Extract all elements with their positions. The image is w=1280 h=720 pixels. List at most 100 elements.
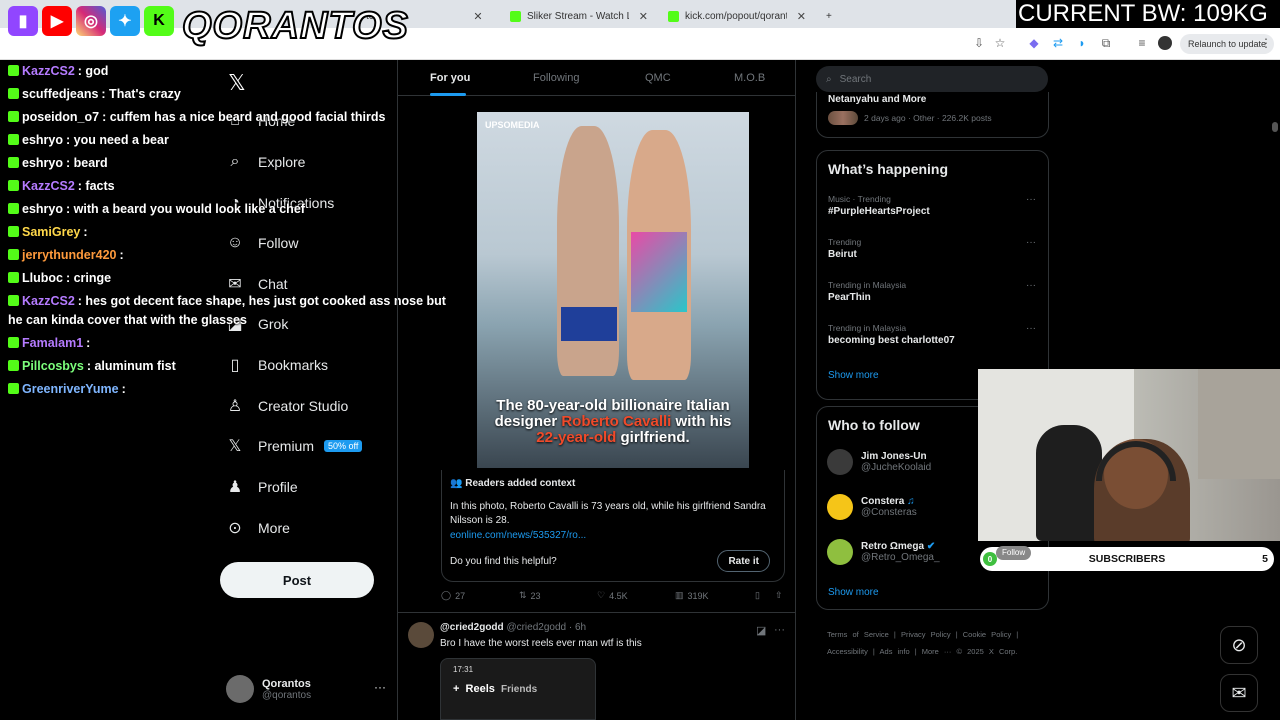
extension-icon[interactable]: ⇄ — [1051, 36, 1065, 50]
post-image[interactable]: UPSOMEDIA The 80-year-old billionaire It… — [477, 112, 749, 468]
post-author[interactable]: @cried2godd @cried2godd · 6h — [440, 622, 586, 633]
chat-username[interactable]: Famalam1 — [22, 336, 83, 350]
trend-item[interactable]: Trending in Malaysia PearThin — [828, 280, 906, 303]
install-app-icon[interactable]: ⇩ — [972, 36, 986, 50]
extension-icon[interactable]: ◗ — [1075, 36, 1089, 50]
chat-username[interactable]: Lluboc — [22, 271, 63, 285]
chat-username[interactable]: SamiGrey — [22, 225, 80, 239]
post-author-name: @cried2godd — [440, 622, 504, 633]
more-dots-icon[interactable]: ··· — [374, 680, 386, 694]
show-more-link[interactable]: Show more — [828, 370, 879, 381]
browser-tab[interactable]: kick.com/popout/qorantos/cha ✕ — [662, 4, 812, 28]
webcam-door — [1198, 369, 1280, 479]
chat-username[interactable]: jerrythunder420 — [22, 248, 116, 262]
timeline-post[interactable]: @cried2godd @cried2godd · 6h ◪ ··· Bro I… — [398, 616, 795, 720]
chat-text: : god — [77, 64, 109, 78]
nav-premium[interactable]: 𝕏 Premium 50% off — [226, 431, 363, 461]
extension-icon[interactable]: ◆ — [1027, 36, 1041, 50]
follow-suggestion[interactable]: Constera ♫ @Consteras — [827, 494, 917, 520]
suggestion-handle: @JucheKoolaid — [861, 462, 932, 473]
tab-qmc[interactable]: QMC — [645, 72, 671, 84]
chat-username[interactable]: eshryo — [22, 156, 63, 170]
more-dots-icon[interactable]: ··· — [1026, 194, 1036, 205]
trend-item[interactable]: Trending Beirut — [828, 237, 861, 260]
whats-happening: What’s happening Music · Trending #Purple… — [816, 150, 1049, 400]
views-button[interactable]: ▥ 319K — [675, 590, 709, 601]
search-input[interactable]: ⌕ Search — [816, 66, 1048, 92]
image-caption: The 80-year-old billionaire Italian desi… — [487, 398, 739, 446]
avatar[interactable] — [408, 622, 434, 648]
more-dots-icon[interactable]: ··· — [774, 624, 785, 636]
new-tab-button[interactable]: + — [820, 4, 840, 28]
page-scrollbar[interactable] — [1270, 60, 1280, 720]
chat-username[interactable]: eshryo — [22, 133, 63, 147]
scrollbar-thumb[interactable] — [1272, 122, 1278, 132]
reading-list-icon[interactable]: ≡ — [1135, 36, 1149, 50]
heart-icon: ♡ — [597, 590, 606, 600]
trend-item[interactable]: Trending in Malaysia becoming best charlo… — [828, 323, 955, 346]
twitter-logo-icon: ✦ — [110, 6, 140, 36]
chat-username[interactable]: KazzCS2 — [22, 294, 75, 308]
close-tab-icon[interactable]: ✕ — [473, 10, 482, 23]
tab-for-you[interactable]: For you — [430, 72, 470, 84]
chat-username[interactable]: poseidon_o7 — [22, 110, 99, 124]
post-button[interactable]: Post — [220, 562, 374, 598]
search-placeholder: Search — [839, 73, 872, 85]
chat-text: : beard — [66, 156, 108, 170]
grok-button[interactable]: ⊘ — [1220, 626, 1258, 664]
more-dots-icon[interactable]: ··· — [1026, 323, 1036, 334]
share-button[interactable]: ⇧ — [775, 590, 783, 601]
webcam-feed — [978, 369, 1280, 541]
follow-suggestion[interactable]: Retro Ωmega ✔ @Retro_Omega_ — [827, 539, 940, 565]
close-tab-icon[interactable]: ✕ — [639, 10, 648, 23]
grok-icon[interactable]: ◪ — [756, 624, 766, 637]
post-divider — [398, 612, 795, 613]
chat-username[interactable]: Pillcosbys — [22, 359, 84, 373]
suggestion-handle: @Consteras — [861, 507, 917, 518]
rate-it-button[interactable]: Rate it — [717, 550, 770, 572]
chat-username[interactable]: eshryo — [22, 202, 63, 216]
chat-message: KazzCS2: hes got decent face shape, hes … — [8, 290, 458, 332]
chat-username[interactable]: GreenriverYume — [22, 382, 119, 396]
more-dots-icon[interactable]: ··· — [1026, 280, 1036, 291]
browser-menu-icon[interactable]: ⋮ — [1259, 36, 1273, 50]
chat-username[interactable]: KazzCS2 — [22, 179, 75, 193]
more-dots-icon[interactable]: ··· — [1026, 237, 1036, 248]
chat-message: eshryo: with a beard you would look like… — [8, 198, 458, 221]
chat-message: scuffedjeans: That's crazy — [8, 83, 458, 106]
post-media[interactable]: 17:31 + Reels Friends — [440, 658, 596, 720]
reply-button[interactable]: ◯ 27 — [441, 590, 465, 601]
bookmark-star-icon[interactable]: ☆ — [993, 36, 1007, 50]
like-button[interactable]: ♡ 4.5K — [597, 590, 628, 601]
chat-username[interactable]: scuffedjeans — [22, 87, 98, 101]
avatar — [226, 675, 254, 703]
browser-tab[interactable]: Sliker Stream - Watch Live on K ✕ — [504, 4, 654, 28]
repost-button[interactable]: ⇅ 23 — [519, 590, 541, 601]
tab-following[interactable]: Following — [533, 72, 579, 84]
close-tab-icon[interactable]: ✕ — [797, 10, 806, 23]
suggestion-name: Jim Jones-Un — [861, 451, 927, 462]
account-switcher[interactable]: Qorantos @qorantos ··· — [226, 672, 386, 706]
nav-more[interactable]: ⊙ More — [226, 513, 290, 543]
trend-item[interactable]: Music · Trending #PurpleHeartsProject — [828, 194, 930, 217]
nav-profile[interactable]: ♟ Profile — [226, 472, 298, 502]
community-note-link[interactable]: eonline.com/news/535327/ro... — [450, 530, 586, 541]
chat-username[interactable]: KazzCS2 — [22, 64, 75, 78]
trend-name: Beirut — [828, 249, 857, 260]
chat-message: poseidon_o7: cuffem has a nice beard and… — [8, 106, 458, 129]
extensions-puzzle-icon[interactable]: ⧉ — [1099, 36, 1113, 50]
trending-card[interactable]: Netanyahu and More 2 days ago · Other · … — [816, 92, 1049, 138]
suggestion-name-text: Constera — [861, 496, 905, 507]
community-note-header: 👥 Readers added context — [450, 478, 575, 489]
follow-suggestion[interactable]: Jim Jones-Un @JucheKoolaid — [827, 449, 931, 475]
footer-links[interactable]: Terms of Service | Privacy Policy | Cook… — [827, 626, 1047, 660]
bookmark-button[interactable]: ▯ — [755, 590, 760, 601]
show-more-link[interactable]: Show more — [828, 587, 879, 598]
tab-mob[interactable]: M.O.B — [734, 72, 765, 84]
post-text: Bro I have the worst reels ever man wtf … — [440, 638, 642, 649]
share-icon: ⇧ — [775, 590, 783, 600]
tab-title: kick.com/popout/qorantos/cha — [685, 10, 787, 22]
messages-button[interactable]: ✉ — [1220, 674, 1258, 712]
avatar-stack — [828, 111, 858, 125]
profile-avatar-icon[interactable] — [1158, 36, 1172, 50]
